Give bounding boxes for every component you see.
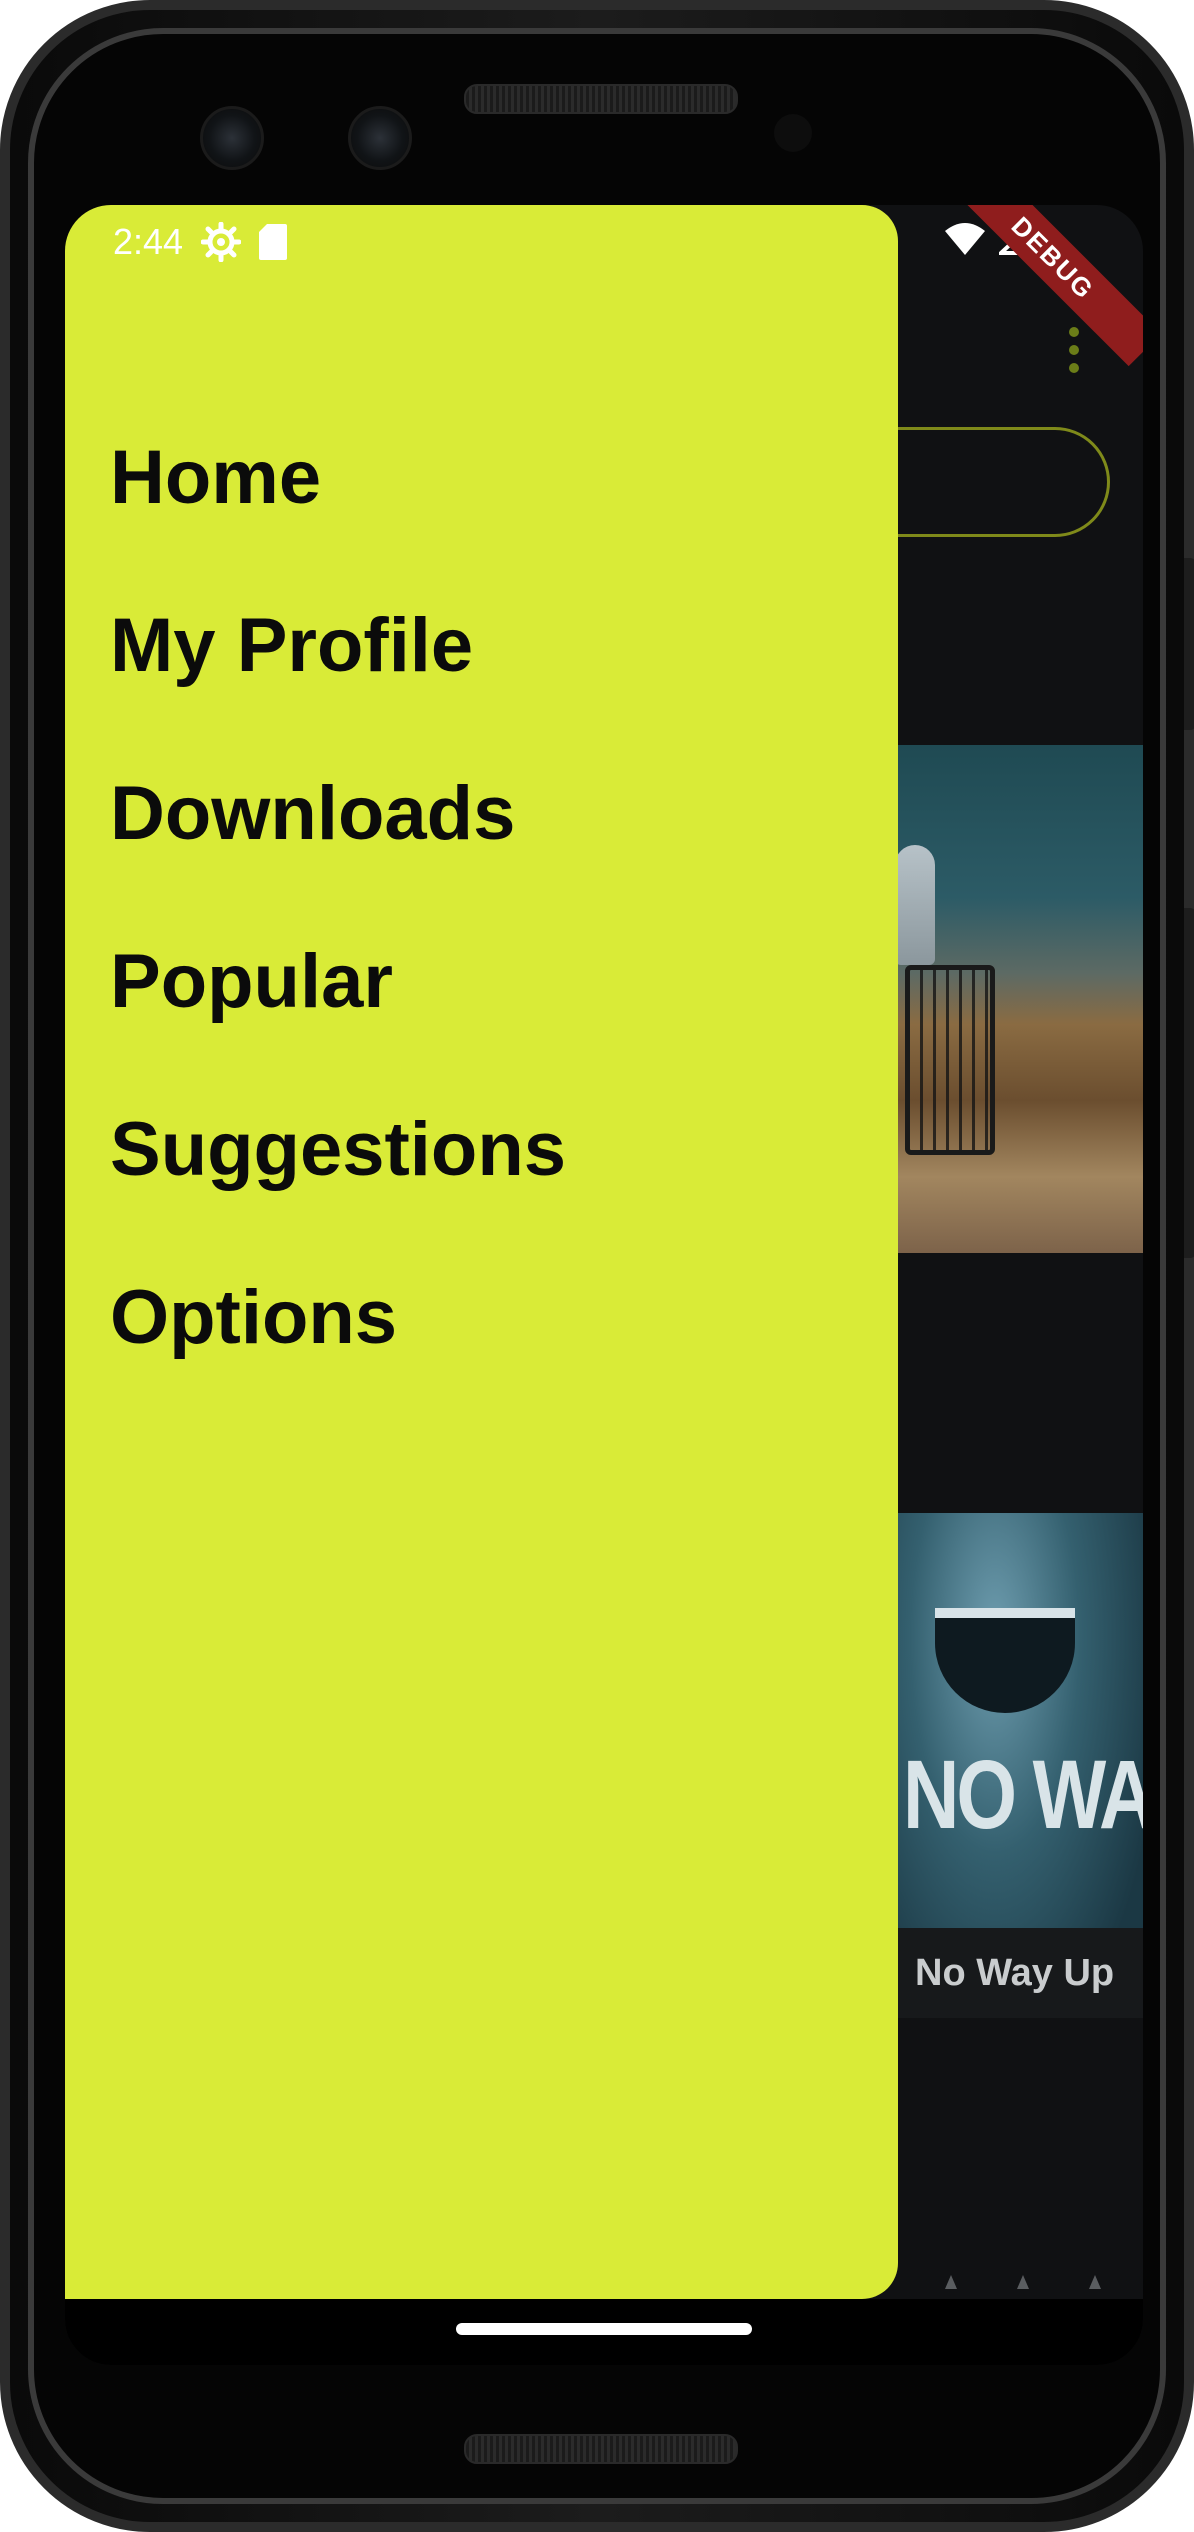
movie-poster[interactable] bbox=[895, 745, 1143, 1253]
system-navigation-bar bbox=[65, 2299, 1143, 2365]
front-camera-icon bbox=[348, 106, 412, 170]
drawer-menu: Home My Profile Downloads Popular Sugges… bbox=[110, 393, 566, 1401]
overflow-menu-icon[interactable] bbox=[1069, 327, 1079, 373]
menu-item-suggestions[interactable]: Suggestions bbox=[110, 1065, 566, 1233]
status-time: 2:44 bbox=[113, 221, 184, 262]
poster-figure-image bbox=[895, 845, 935, 965]
nav-icon[interactable] bbox=[1017, 2275, 1029, 2289]
settings-icon bbox=[201, 222, 242, 262]
wifi-icon bbox=[945, 223, 985, 255]
sd-card-icon bbox=[259, 224, 288, 260]
status-bar-left: 2:44 bbox=[113, 221, 288, 263]
volume-button bbox=[1184, 908, 1194, 1258]
menu-item-home[interactable]: Home bbox=[110, 393, 566, 561]
poster-caption: No Way Up bbox=[895, 1928, 1143, 2018]
menu-item-options[interactable]: Options bbox=[110, 1233, 566, 1401]
menu-item-my-profile[interactable]: My Profile bbox=[110, 561, 566, 729]
movie-poster[interactable]: NO WAY UP No Way Up bbox=[895, 1513, 1143, 2018]
proximity-sensor bbox=[774, 114, 812, 152]
poster-title-art: NO WAY UP bbox=[903, 1739, 1143, 1850]
bottom-speaker bbox=[464, 2434, 738, 2464]
menu-item-popular[interactable]: Popular bbox=[110, 897, 566, 1065]
bottom-navigation bbox=[945, 2275, 1101, 2289]
poster-shark-image bbox=[935, 1608, 1075, 1713]
nav-icon[interactable] bbox=[945, 2275, 957, 2289]
top-speaker bbox=[464, 84, 738, 114]
poster-chair-image bbox=[905, 965, 995, 1155]
menu-item-downloads[interactable]: Downloads bbox=[110, 729, 566, 897]
navigation-drawer: 2:44 Home My Profile Downloads Popular S… bbox=[65, 205, 898, 2299]
device-screen: NO WAY UP No Way Up DEBUG 2:44 bbox=[65, 205, 1143, 2365]
power-button bbox=[1184, 558, 1194, 730]
nav-icon[interactable] bbox=[1089, 2275, 1101, 2289]
home-indicator[interactable] bbox=[456, 2323, 752, 2335]
front-camera-icon bbox=[200, 106, 264, 170]
phone-frame: NO WAY UP No Way Up DEBUG 2:44 bbox=[0, 0, 1194, 2532]
